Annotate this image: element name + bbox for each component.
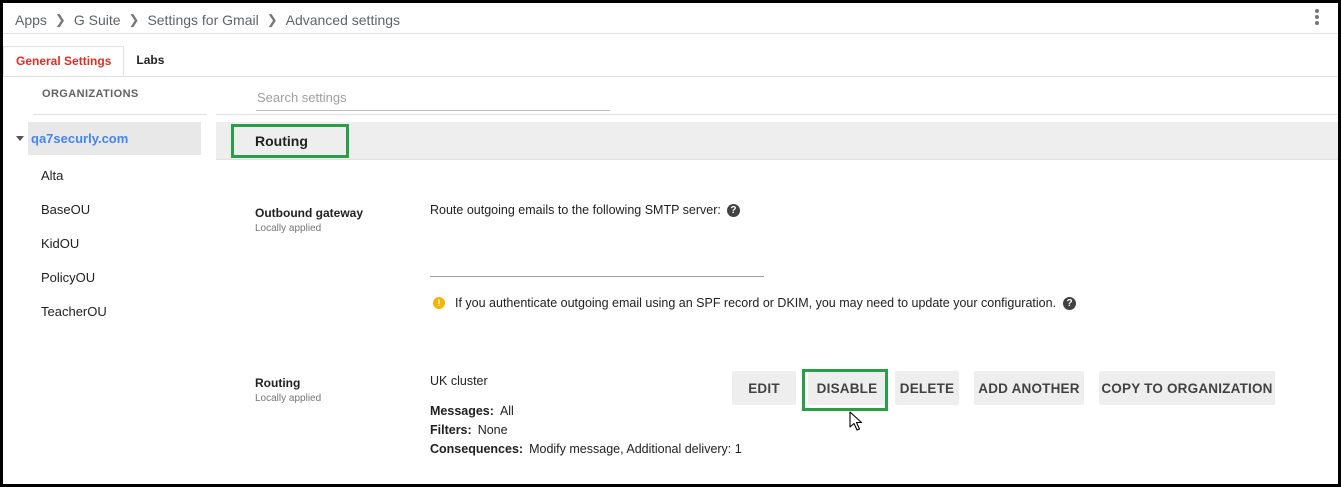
tab-bar: General Settings Labs	[3, 46, 176, 76]
outbound-gateway-description: Route outgoing emails to the following S…	[430, 203, 740, 217]
delete-button[interactable]: DELETE	[895, 371, 959, 405]
organizations-heading: ORGANIZATIONS	[42, 88, 139, 100]
routing-subtitle: Locally applied	[255, 393, 322, 404]
breadcrumb-advanced-settings: Advanced settings	[285, 12, 401, 28]
filters-value: None	[477, 423, 508, 437]
sidebar-item-baseou[interactable]: BaseOU	[41, 202, 90, 217]
consequences-label: Consequences:	[430, 442, 524, 456]
routing-title: Routing	[255, 376, 301, 390]
mouse-cursor-icon	[849, 411, 863, 431]
breadcrumb-apps[interactable]: Apps	[15, 12, 47, 28]
edit-button[interactable]: EDIT	[732, 371, 796, 405]
chevron-right-icon: ❯	[54, 12, 66, 27]
outbound-gateway-subtitle: Locally applied	[255, 223, 322, 234]
smtp-server-input[interactable]	[430, 256, 764, 277]
outbound-description-text: Route outgoing emails to the following S…	[430, 203, 721, 217]
sidebar-item-root-org[interactable]: qa7securly.com	[16, 122, 201, 155]
filters-label: Filters:	[430, 423, 472, 437]
window-frame: Apps ❯ G Suite ❯ Settings for Gmail ❯ Ad…	[0, 0, 1341, 487]
highlight-box	[231, 124, 349, 158]
chevron-right-icon: ❯	[128, 12, 140, 27]
sidebar-item-alta[interactable]: Alta	[41, 168, 63, 183]
routing-rule-name: UK cluster	[430, 374, 488, 388]
messages-label: Messages:	[430, 404, 494, 418]
sidebar-item-policyou[interactable]: PolicyOU	[41, 270, 95, 285]
add-another-button[interactable]: ADD ANOTHER	[974, 371, 1084, 405]
consequences-value: Modify message, Additional delivery: 1	[529, 442, 742, 456]
divider	[216, 114, 1338, 115]
divider	[33, 114, 207, 115]
sidebar-item-teacherou[interactable]: TeacherOU	[41, 304, 107, 319]
more-vert-icon[interactable]	[1314, 8, 1320, 28]
copy-to-organization-button[interactable]: COPY TO ORGANIZATION	[1099, 371, 1275, 405]
help-icon[interactable]: ?	[1063, 296, 1077, 310]
tab-labs[interactable]: Labs	[124, 46, 176, 76]
root-org-label: qa7securly.com	[31, 131, 129, 146]
messages-value: All	[499, 404, 514, 418]
sidebar-item-kidou[interactable]: KidOU	[41, 236, 79, 251]
tab-general-settings[interactable]: General Settings	[3, 46, 125, 76]
routing-messages: Messages: All	[430, 404, 514, 418]
routing-filters: Filters: None	[430, 423, 508, 437]
section-header[interactable]	[216, 122, 1338, 160]
breadcrumb-gsuite[interactable]: G Suite	[74, 12, 121, 28]
help-icon[interactable]: ?	[726, 203, 740, 217]
warning-message: ! If you authenticate outgoing email usi…	[433, 296, 1077, 310]
caret-down-icon[interactable]	[16, 136, 24, 141]
warning-text: If you authenticate outgoing email using…	[455, 296, 1057, 310]
search-input[interactable]	[256, 84, 610, 111]
routing-consequences: Consequences: Modify message, Additional …	[430, 442, 742, 456]
warning-icon: !	[433, 297, 445, 309]
divider	[3, 33, 1338, 34]
chevron-right-icon: ❯	[266, 12, 278, 27]
breadcrumb: Apps ❯ G Suite ❯ Settings for Gmail ❯ Ad…	[15, 9, 400, 31]
divider	[3, 76, 1338, 77]
disable-button[interactable]: DISABLE	[808, 371, 886, 405]
breadcrumb-gmail-settings[interactable]: Settings for Gmail	[147, 12, 258, 28]
outbound-gateway-title: Outbound gateway	[255, 206, 363, 220]
